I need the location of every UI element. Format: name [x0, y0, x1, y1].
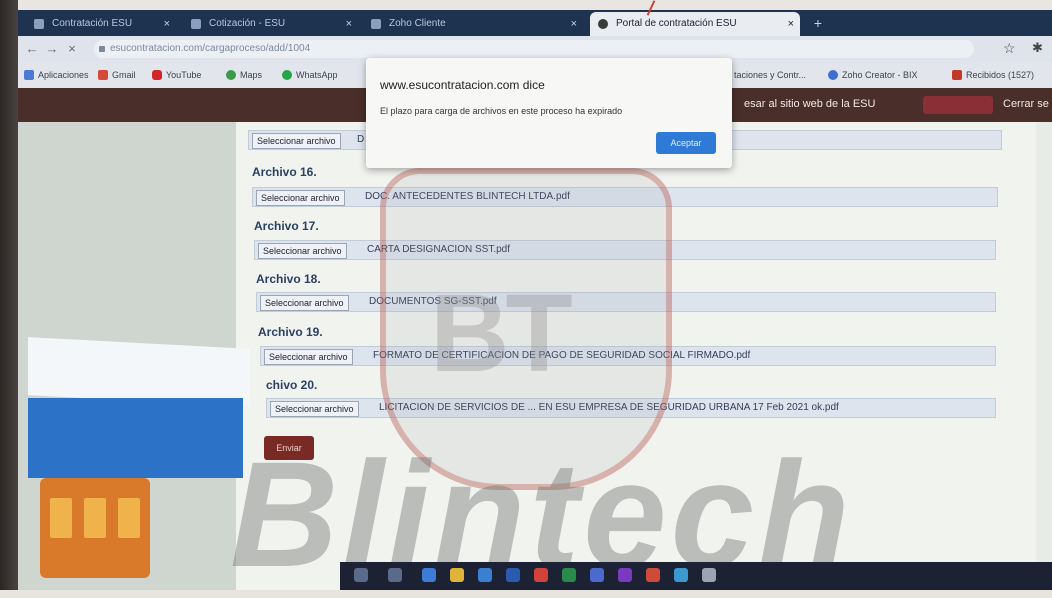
tab-label: Cotización - ESU — [209, 18, 286, 29]
screen-photo: Contratación ESU × Cotización - ESU × Zo… — [0, 0, 1052, 598]
reflection-segment — [118, 498, 140, 538]
tab-favicon-icon — [191, 19, 201, 29]
bookmark-label: Recibidos (1527) — [966, 70, 1035, 80]
edge-icon[interactable] — [422, 568, 436, 582]
tab-label: Zoho Cliente — [389, 18, 446, 29]
tab-favicon-icon — [34, 19, 44, 29]
monitor-bezel-bottom — [0, 590, 1052, 598]
bookmark-zoho[interactable]: Zoho Creator - BIX — [828, 68, 918, 82]
bookmark-inbox[interactable]: Recibidos (1527) — [952, 68, 1034, 82]
tab-label: Contratación ESU — [52, 18, 133, 29]
accept-button[interactable]: Aceptar — [656, 132, 716, 154]
choose-file-button[interactable]: Seleccionar archivo — [260, 295, 349, 311]
choose-file-button[interactable]: Seleccionar archivo — [258, 243, 347, 259]
tab-portal-active[interactable]: Portal de contratación ESU × — [590, 12, 800, 36]
bookmark-label: Maps — [240, 70, 263, 80]
bookmark-label: taciones y Contr... — [734, 70, 807, 80]
url-text: esucontratacion.com/cargaproceso/add/100… — [110, 43, 311, 54]
shield-letters: BT — [430, 272, 573, 395]
whatsapp-icon — [282, 70, 292, 80]
glare-reflection — [28, 337, 250, 407]
bookmark-whatsapp[interactable]: WhatsApp — [282, 68, 338, 82]
app-icon[interactable] — [702, 568, 716, 582]
close-icon[interactable]: × — [346, 12, 352, 36]
close-icon[interactable]: × — [64, 41, 80, 57]
alert-dialog: www.esucontratacion.com dice El plazo pa… — [366, 58, 732, 168]
bookmark-label: WhatsApp — [296, 70, 338, 80]
logout-link[interactable]: Cerrar se — [1003, 98, 1049, 110]
close-icon[interactable]: × — [164, 12, 170, 36]
file-label: Archivo 19. — [258, 325, 323, 339]
url-input[interactable]: esucontratacion.com/cargaproceso/add/100… — [94, 40, 974, 58]
close-icon[interactable]: × — [788, 12, 794, 36]
bookmark-label: Gmail — [112, 70, 136, 80]
file-label: Archivo 17. — [254, 219, 319, 233]
new-tab-icon[interactable]: + — [808, 14, 828, 32]
back-arrow-icon[interactable]: ← — [24, 41, 40, 57]
bookmark-label: YouTube — [166, 70, 202, 80]
header-user-badge[interactable] — [923, 96, 993, 114]
lock-icon — [99, 46, 105, 52]
excel-icon[interactable] — [562, 568, 576, 582]
dialog-title: www.esucontratacion.com dice — [380, 78, 545, 92]
gmail-icon — [98, 70, 108, 80]
maps-icon — [226, 70, 236, 80]
orange-reflection — [40, 478, 150, 578]
tab-3[interactable]: Zoho Cliente × — [363, 12, 583, 36]
teams-icon[interactable] — [618, 568, 632, 582]
file-label: chivo 20. — [266, 378, 318, 392]
monitor-bezel-left — [0, 0, 18, 598]
close-icon[interactable]: × — [571, 12, 577, 36]
search-icon[interactable] — [354, 568, 368, 582]
reflection-segment — [50, 498, 72, 538]
choose-file-button[interactable]: Seleccionar archivo — [264, 349, 353, 365]
apps-grid-icon — [24, 70, 34, 80]
task-view-icon[interactable] — [388, 568, 402, 582]
file-label: Archivo 18. — [256, 272, 321, 286]
choose-file-button[interactable]: Seleccionar archivo — [252, 133, 341, 149]
outlook-icon[interactable] — [590, 568, 604, 582]
loading-icon — [598, 19, 608, 29]
chrome-icon[interactable] — [534, 568, 548, 582]
bookmark-label: Zoho Creator - BIX — [842, 70, 918, 80]
app-icon[interactable] — [646, 568, 660, 582]
store-icon[interactable] — [478, 568, 492, 582]
bookmark-apps[interactable]: Aplicaciones — [24, 68, 89, 82]
zoho-icon — [828, 70, 838, 80]
tab-favicon-icon — [371, 19, 381, 29]
file-label: Archivo 16. — [252, 165, 317, 179]
app-icon[interactable] — [674, 568, 688, 582]
bookmark-licitaciones[interactable]: taciones y Contr... — [734, 68, 806, 82]
bookmark-label: Aplicaciones — [38, 70, 89, 80]
tab-strip: Contratación ESU × Cotización - ESU × Zo… — [18, 10, 1052, 36]
youtube-icon — [152, 70, 162, 80]
choose-file-button[interactable]: Seleccionar archivo — [270, 401, 359, 417]
tab-2[interactable]: Cotización - ESU × — [183, 12, 358, 36]
tab-1[interactable]: Contratación ESU × — [26, 12, 176, 36]
extensions-icon[interactable]: ✱ — [1032, 40, 1043, 56]
taskbar — [340, 562, 1052, 590]
reflection-segment — [84, 498, 106, 538]
word-icon[interactable] — [506, 568, 520, 582]
bookmark-youtube[interactable]: YouTube — [152, 68, 201, 82]
tab-label: Portal de contratación ESU — [616, 18, 737, 29]
choose-file-button[interactable]: Seleccionar archivo — [256, 190, 345, 206]
bookmark-maps[interactable]: Maps — [226, 68, 262, 82]
forward-arrow-icon[interactable]: → — [44, 41, 60, 57]
back-to-site-link[interactable]: esar al sitio web de la ESU — [744, 98, 875, 110]
bookmark-gmail[interactable]: Gmail — [98, 68, 136, 82]
folder-icon[interactable] — [450, 568, 464, 582]
blue-reflection — [28, 398, 243, 478]
star-icon[interactable]: ☆ — [1003, 40, 1016, 57]
dialog-message: El plazo para carga de archivos en este … — [380, 106, 623, 116]
gmail-icon — [952, 70, 962, 80]
